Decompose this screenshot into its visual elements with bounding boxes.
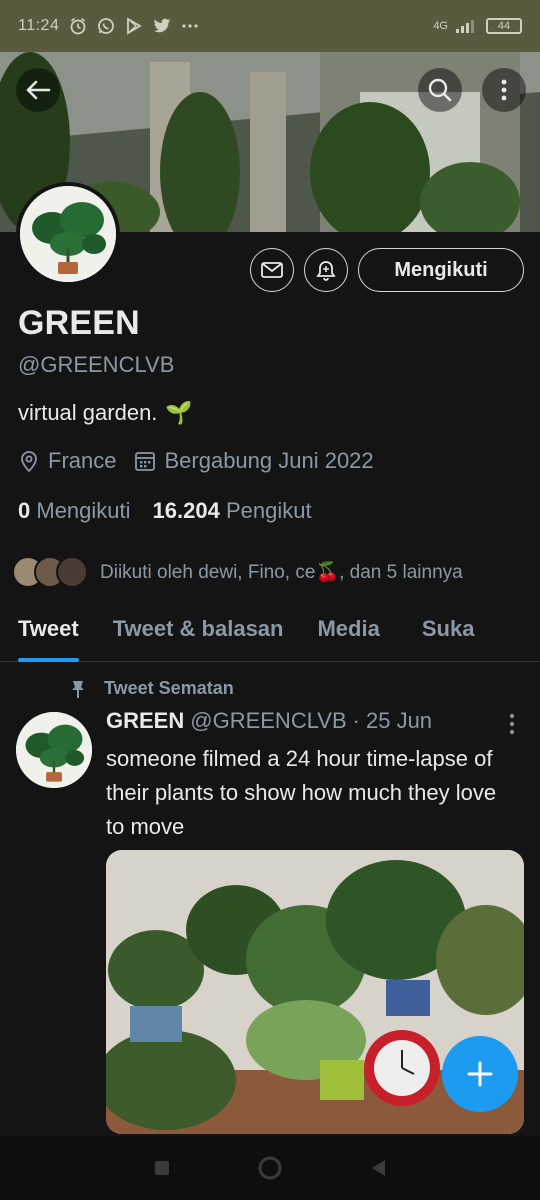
- calendar-icon: [135, 452, 156, 471]
- more-vertical-icon: [510, 714, 514, 734]
- tweet-header: GREEN @GREENCLVB · 25 Jun: [106, 708, 432, 734]
- following-button[interactable]: Mengikuti: [358, 248, 524, 292]
- followed-by-rest: , dan 5 lainnya: [339, 562, 463, 583]
- notify-button[interactable]: [304, 248, 348, 292]
- profile-tabs: Tweet Tweet & balasan Media Suka: [0, 606, 540, 662]
- tweet-author-handle[interactable]: @GREENCLVB: [190, 708, 346, 734]
- tab-tweet-replies[interactable]: Tweet & balasan: [113, 606, 284, 661]
- location-item: France: [18, 448, 116, 474]
- search-button[interactable]: [418, 68, 462, 112]
- follower-avatars: [12, 556, 88, 588]
- location-text: France: [48, 448, 117, 473]
- cherry-emoji: 🍒: [315, 562, 340, 583]
- status-time: 11:24: [18, 17, 60, 34]
- system-nav-bar: [0, 1136, 540, 1200]
- more-dots-icon: [181, 17, 199, 35]
- play-store-icon: [125, 17, 143, 35]
- back-button[interactable]: [16, 68, 60, 112]
- following-stat[interactable]: 0 Mengikuti: [18, 498, 131, 524]
- tweet-more-button[interactable]: [502, 712, 522, 736]
- recents-square-icon[interactable]: [153, 1159, 171, 1177]
- followed-by-row[interactable]: Diikuti oleh dewi, Fino, ce🍒, dan 5 lain…: [12, 554, 463, 590]
- search-icon: [428, 78, 452, 102]
- message-button[interactable]: [250, 248, 294, 292]
- mail-icon: [261, 262, 283, 278]
- home-circle-icon[interactable]: [257, 1155, 283, 1181]
- network-label: 4G: [433, 20, 448, 32]
- tweet-text: someone filmed a 24 hour time-lapse of t…: [106, 746, 497, 839]
- tweet-date[interactable]: 25 Jun: [366, 708, 432, 734]
- compose-tweet-button[interactable]: [442, 1036, 518, 1112]
- profile-bio: virtual garden. 🌱: [18, 400, 193, 426]
- followers-count: 16.204: [152, 498, 220, 523]
- tweet-author-name[interactable]: GREEN: [106, 708, 184, 734]
- followed-by-names: Diikuti oleh dewi, Fino, ce: [100, 562, 316, 583]
- pinned-indicator: Tweet Sematan: [70, 678, 234, 699]
- pinned-label: Tweet Sematan: [104, 678, 234, 698]
- tab-media[interactable]: Media: [317, 606, 379, 661]
- profile-handle: @GREENCLVB: [18, 352, 175, 377]
- tweet-avatar[interactable]: [16, 712, 92, 788]
- status-notification-icons: [69, 17, 199, 35]
- profile-stats: 0 Mengikuti 16.204 Pengikut: [18, 498, 312, 524]
- signal-icon: [456, 17, 478, 36]
- bell-plus-icon: [316, 261, 336, 281]
- monstera-plant-image: [16, 712, 92, 788]
- tab-tweet[interactable]: Tweet: [18, 606, 79, 662]
- twitter-icon: [153, 17, 171, 35]
- plus-icon: [467, 1061, 493, 1087]
- monstera-plant-image: [20, 186, 116, 282]
- arrow-left-icon: [26, 80, 51, 100]
- seedling-emoji: 🌱: [165, 400, 193, 425]
- followed-by-text: Diikuti oleh dewi, Fino, ce🍒, dan 5 lain…: [100, 560, 463, 584]
- following-count: 0: [18, 498, 31, 523]
- location-pin-icon: [21, 451, 37, 473]
- joined-item: Bergabung Juni 2022: [134, 448, 374, 474]
- whatsapp-icon: [97, 17, 115, 35]
- followers-stat[interactable]: 16.204 Pengikut: [153, 498, 312, 524]
- alarm-icon: [69, 17, 87, 35]
- bio-text: virtual garden.: [18, 400, 158, 425]
- battery-indicator: 44: [486, 18, 522, 34]
- tweet-separator: ·: [352, 708, 360, 733]
- back-triangle-icon[interactable]: [369, 1158, 387, 1178]
- status-bar: 11:24 4G 44: [0, 0, 540, 52]
- tab-likes[interactable]: Suka: [422, 606, 475, 661]
- avatar: [56, 556, 88, 588]
- pin-icon: [72, 680, 84, 698]
- profile-meta: France Bergabung Juni 2022: [18, 448, 392, 474]
- profile-avatar[interactable]: [16, 182, 120, 286]
- following-label: Mengikuti: [36, 498, 131, 523]
- more-vertical-icon: [501, 79, 507, 101]
- joined-text: Bergabung Juni 2022: [164, 448, 374, 473]
- more-options-button[interactable]: [482, 68, 526, 112]
- profile-name: GREEN: [18, 304, 140, 342]
- followers-label: Pengikut: [225, 498, 312, 523]
